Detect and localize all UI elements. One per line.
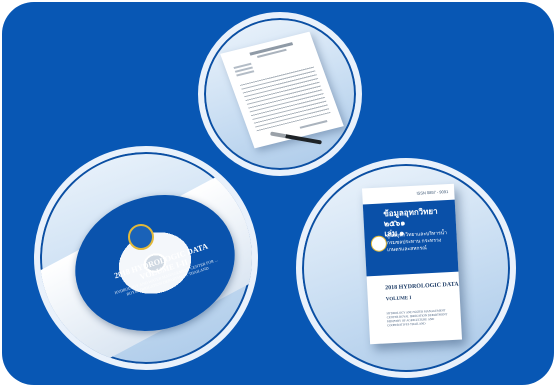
organization-text: HYDROLOGY AND WATER MANAGEMENT CENTER RO…	[386, 308, 448, 328]
data-sheet	[220, 31, 344, 149]
cd-circle: 2018 HYDROLOGIC DATA VOLUME I-II HYDROLO…	[34, 146, 258, 370]
book-circle: ISSN 0857 - 9091 ข้อมูลอุทกวิทยา ๒๕๖๑ เล…	[296, 158, 516, 378]
emblem-icon	[128, 224, 154, 250]
english-volume: VOLUME I	[385, 296, 412, 303]
issn-code: ISSN 0857 - 9091	[416, 189, 449, 196]
book-cover: ISSN 0857 - 9091 ข้อมูลอุทกวิทยา ๒๕๖๑ เล…	[361, 183, 463, 345]
english-title: 2018 HYDROLOGIC DATA	[385, 281, 459, 292]
sheet-footer	[299, 120, 328, 129]
thai-subtitle: ศูนย์อุทกวิทยาและบริหารน้ำ กรมชลประทาน ก…	[386, 231, 448, 254]
product-showcase: 2018 HYDROLOGIC DATA VOLUME I-II HYDROLO…	[0, 0, 556, 387]
paper-circle	[198, 12, 362, 176]
